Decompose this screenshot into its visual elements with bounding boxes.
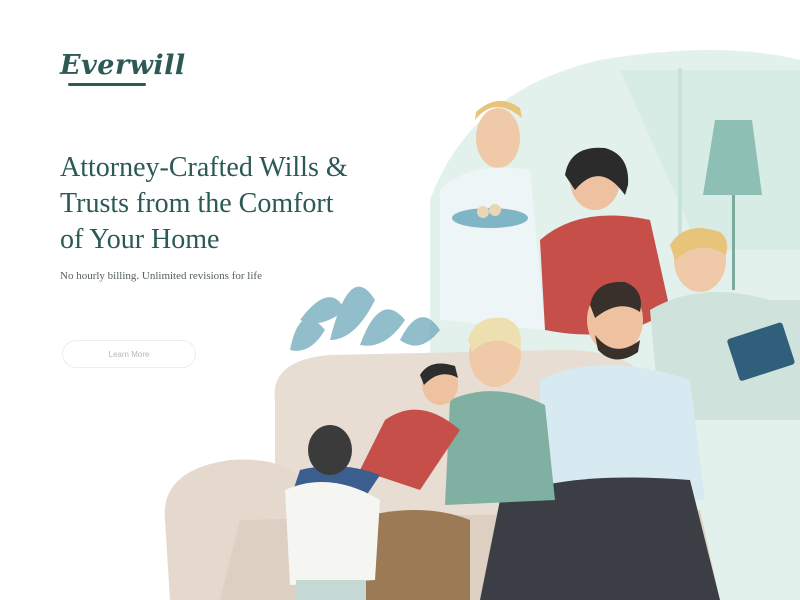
family-on-sofa-illustration: [164, 50, 800, 600]
plant-leaves: [290, 286, 440, 351]
